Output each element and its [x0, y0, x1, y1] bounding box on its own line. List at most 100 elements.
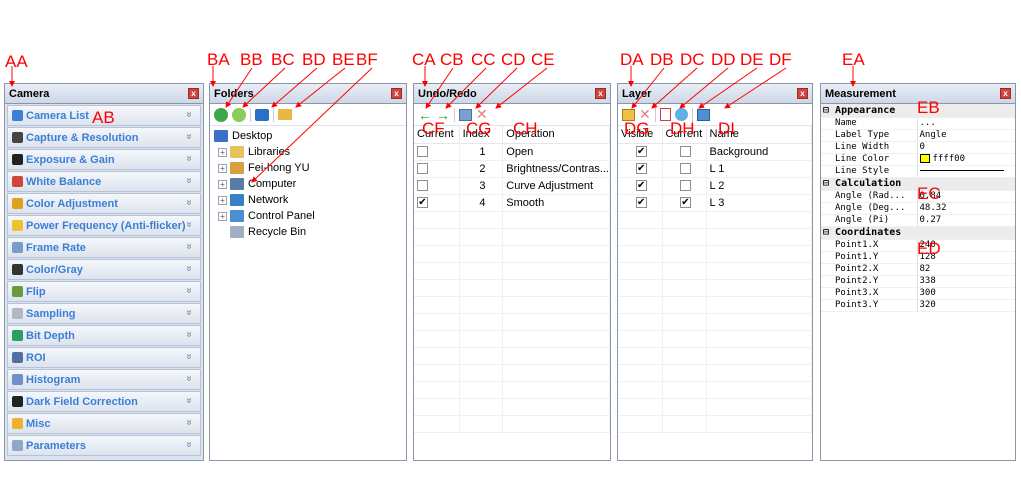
property-category-coordinates[interactable]: ⊟ Coordinates — [821, 226, 1015, 240]
property-value[interactable]: 300 — [917, 287, 1015, 300]
chevron-down-icon[interactable]: » — [184, 332, 195, 338]
property-row[interactable]: Point3.Y 320 — [821, 299, 1015, 312]
current-checkbox[interactable] — [417, 180, 428, 192]
camera-section-white-balance[interactable]: White Balance » — [7, 171, 201, 192]
table-row[interactable]: 2 Brightness/Contras... — [414, 160, 610, 178]
property-value[interactable]: 0 — [917, 141, 1015, 154]
expand-icon[interactable]: + — [218, 211, 227, 221]
collapse-icon[interactable]: ⊟ — [823, 105, 835, 116]
property-value[interactable]: 320 — [917, 299, 1015, 312]
property-value[interactable]: Angle — [917, 129, 1015, 142]
property-value[interactable]: ffff00 — [917, 153, 1015, 166]
property-value[interactable]: 48.32 — [917, 202, 1015, 215]
visible-checkbox[interactable]: ✔ — [635, 197, 647, 209]
camera-section-frame-rate[interactable]: Frame Rate » — [7, 237, 201, 258]
tree-item-control-panel[interactable]: + Control Panel — [214, 208, 406, 224]
current-checkbox[interactable] — [417, 163, 428, 175]
chevron-down-icon[interactable]: » — [184, 288, 195, 294]
camera-section-exposure-gain[interactable]: Exposure & Gain » — [7, 149, 201, 170]
property-row[interactable]: Angle (Deg... 48.32 — [821, 202, 1015, 215]
tree-item-desktop[interactable]: Desktop — [214, 128, 406, 144]
property-row[interactable]: Point2.X 82 — [821, 263, 1015, 276]
property-row[interactable]: Line Color ffff00 — [821, 153, 1015, 166]
camera-section-bit-depth[interactable]: Bit Depth » — [7, 325, 201, 346]
tree-item-network[interactable]: + Network — [214, 192, 406, 208]
flatten-icon[interactable] — [696, 108, 710, 121]
current-checkbox[interactable] — [680, 163, 691, 175]
chevron-down-icon[interactable]: » — [184, 420, 195, 426]
property-row[interactable]: Point3.X 300 — [821, 287, 1015, 300]
tree-item-libraries[interactable]: + Libraries — [214, 144, 406, 160]
current-checkbox[interactable] — [680, 146, 691, 158]
back-icon[interactable] — [214, 107, 228, 122]
camera-section-flip[interactable]: Flip » — [7, 281, 201, 302]
close-icon[interactable]: x — [188, 88, 199, 99]
go-icon[interactable] — [255, 108, 269, 121]
close-icon[interactable]: x — [1000, 88, 1011, 99]
camera-section-misc[interactable]: Misc » — [7, 413, 201, 434]
expand-icon[interactable] — [218, 228, 227, 237]
chevron-down-icon[interactable]: » — [184, 156, 195, 162]
chevron-down-icon[interactable]: » — [184, 222, 195, 228]
current-checkbox[interactable] — [417, 146, 428, 158]
camera-section-sampling[interactable]: Sampling » — [7, 303, 201, 324]
expand-icon[interactable]: + — [218, 147, 227, 157]
chevron-down-icon[interactable]: » — [184, 178, 195, 184]
property-value[interactable]: 82 — [917, 263, 1015, 276]
tree-item-computer[interactable]: + Computer — [214, 176, 406, 192]
chevron-down-icon[interactable]: » — [184, 200, 195, 206]
camera-section-power-frequency-anti-flicker[interactable]: Power Frequency (Anti-flicker)» — [7, 215, 201, 236]
camera-section-dark-field-correction[interactable]: Dark Field Correction » — [7, 391, 201, 412]
visible-checkbox[interactable]: ✔ — [635, 180, 647, 192]
property-row[interactable]: Name... — [821, 117, 1015, 130]
table-row[interactable]: ✔ L 2 — [618, 177, 812, 195]
camera-section-parameters[interactable]: Parameters » — [7, 435, 201, 456]
property-row[interactable]: Point2.Y 338 — [821, 275, 1015, 288]
collapse-icon[interactable]: ⊟ — [823, 227, 835, 238]
property-value[interactable] — [917, 165, 1015, 178]
property-value[interactable]: 0.27 — [917, 214, 1015, 227]
chevron-down-icon[interactable]: » — [184, 244, 195, 250]
table-row[interactable]: ✔ ✔ L 3 — [618, 194, 812, 212]
chevron-down-icon[interactable]: » — [184, 376, 195, 382]
visible-checkbox[interactable]: ✔ — [635, 146, 647, 158]
current-checkbox[interactable] — [680, 180, 691, 192]
table-row[interactable]: 1 Open — [414, 143, 610, 161]
expand-icon[interactable]: + — [218, 195, 227, 205]
property-row[interactable]: Line Width 0 — [821, 141, 1015, 154]
chevron-down-icon[interactable]: » — [184, 266, 195, 272]
table-row[interactable]: 3 Curve Adjustment — [414, 177, 610, 195]
chevron-down-icon[interactable]: » — [184, 310, 195, 316]
current-checkbox[interactable]: ✔ — [680, 197, 691, 209]
camera-section-roi[interactable]: ROI » — [7, 347, 201, 368]
camera-section-color-adjustment[interactable]: Color Adjustment » — [7, 193, 201, 214]
tree-item-fei-hong-yu[interactable]: + Fei-hong YU — [214, 160, 406, 176]
property-row[interactable]: Line Style — [821, 165, 1015, 178]
chevron-down-icon[interactable]: » — [184, 442, 195, 448]
table-row[interactable]: ✔ L 1 — [618, 160, 812, 178]
camera-section-capture-resolution[interactable]: Capture & Resolution » — [7, 127, 201, 148]
property-row[interactable]: Angle (Pi) 0.27 — [821, 214, 1015, 227]
visible-checkbox[interactable]: ✔ — [635, 163, 647, 175]
chevron-down-icon[interactable]: » — [184, 398, 195, 404]
chevron-down-icon[interactable]: » — [184, 134, 195, 140]
open-folder-icon[interactable] — [278, 109, 292, 120]
current-checkbox[interactable]: ✔ — [417, 197, 428, 209]
table-row[interactable]: ✔ Background — [618, 143, 812, 161]
chevron-down-icon[interactable]: » — [184, 112, 195, 118]
property-value[interactable]: 338 — [917, 275, 1015, 288]
forward-icon[interactable] — [232, 107, 246, 122]
chevron-down-icon[interactable]: » — [184, 354, 195, 360]
tree-item-recycle-bin[interactable]: Recycle Bin — [214, 224, 406, 240]
camera-section-histogram[interactable]: Histogram » — [7, 369, 201, 390]
close-icon[interactable]: x — [797, 88, 808, 99]
table-row[interactable]: ✔ 4 Smooth — [414, 194, 610, 212]
expand-icon[interactable]: + — [218, 179, 227, 189]
expand-icon[interactable]: + — [218, 163, 227, 173]
close-icon[interactable]: x — [391, 88, 402, 99]
collapse-icon[interactable]: ⊟ — [823, 178, 835, 189]
camera-section-color-gray[interactable]: Color/Gray » — [7, 259, 201, 280]
close-icon[interactable]: x — [595, 88, 606, 99]
property-value[interactable]: ... — [917, 117, 1015, 130]
property-row[interactable]: Label Type Angle — [821, 129, 1015, 142]
